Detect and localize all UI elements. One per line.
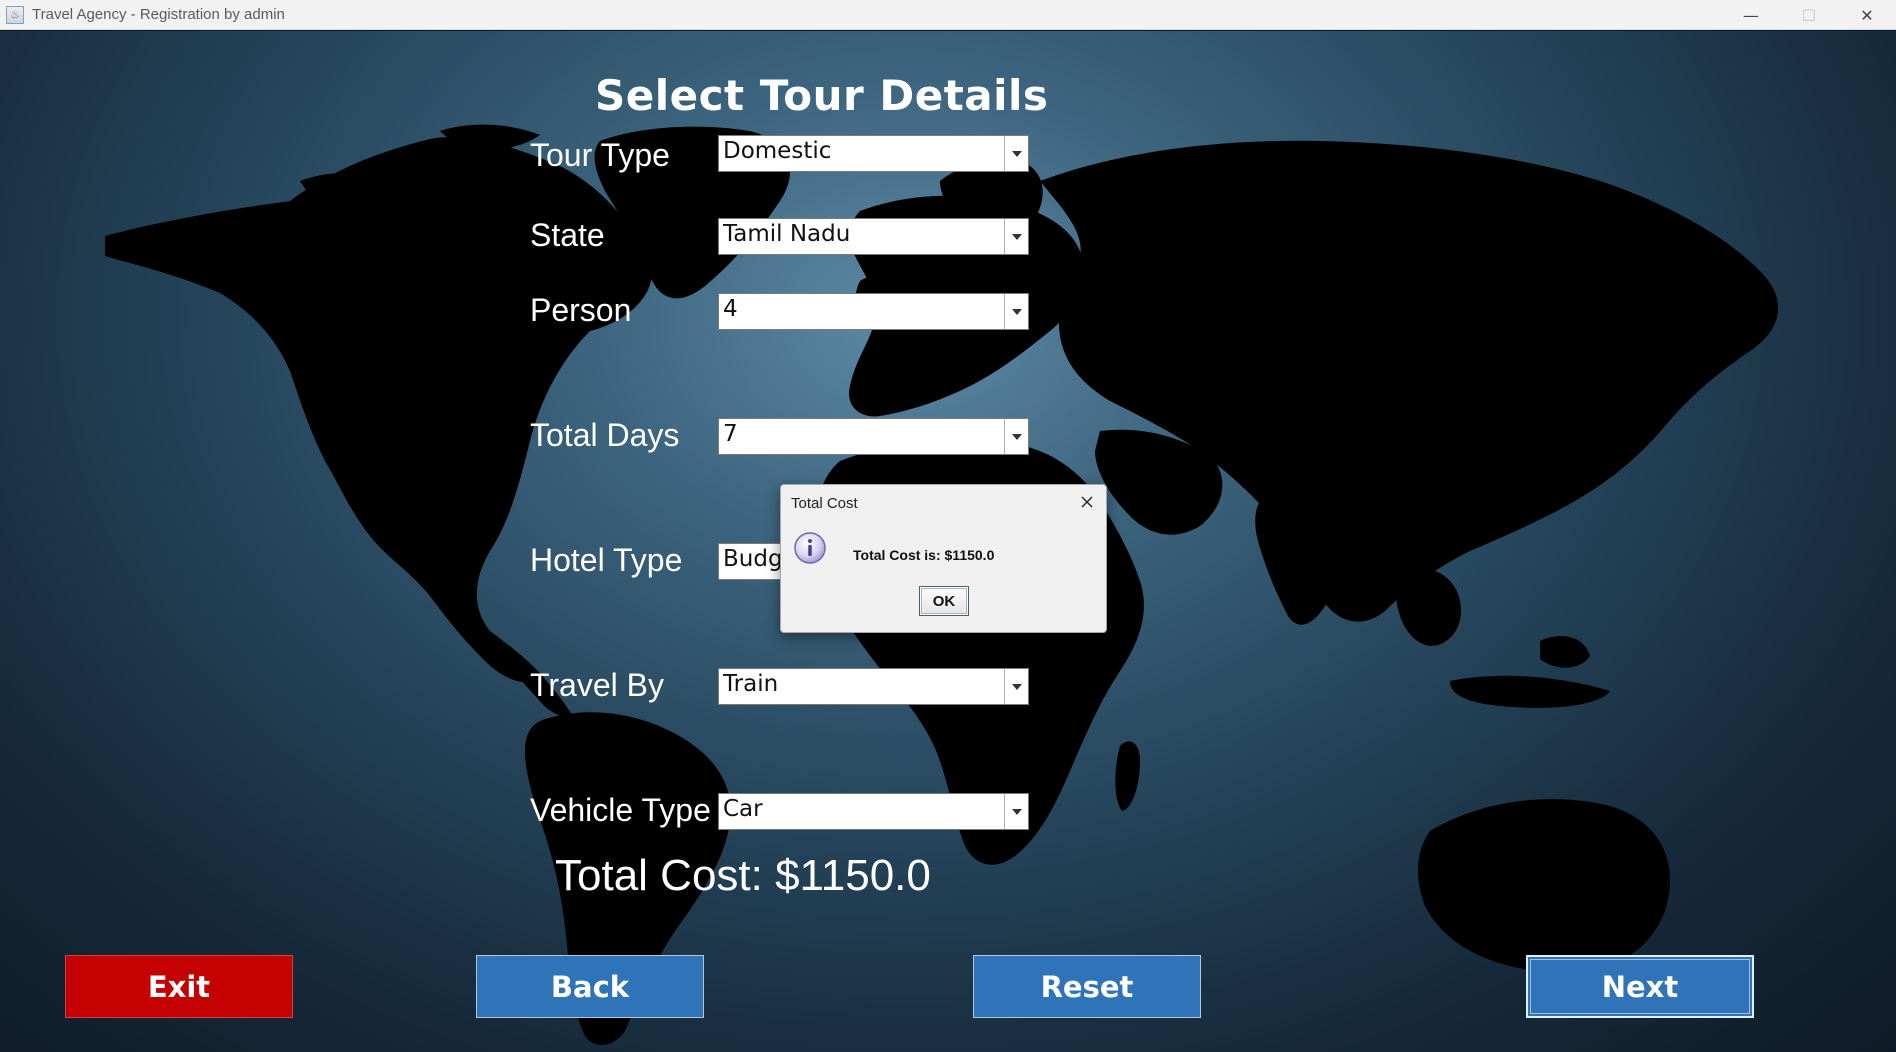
chevron-down-icon[interactable] bbox=[1004, 794, 1028, 829]
chevron-down-icon[interactable] bbox=[1004, 136, 1028, 171]
close-window-button[interactable]: ✕ bbox=[1838, 0, 1896, 30]
total-cost-dialog: Total Cost Total Cost is: $1150.0 OK bbox=[780, 484, 1107, 633]
person-select[interactable]: 4 bbox=[718, 293, 1029, 330]
vehicle-type-select[interactable]: Car bbox=[718, 793, 1029, 830]
maximize-button[interactable]: ☐ bbox=[1780, 0, 1838, 30]
window-title: Travel Agency - Registration by admin bbox=[32, 6, 285, 23]
total-cost-text: Total Cost: $1150.0 bbox=[555, 851, 931, 900]
chevron-down-icon[interactable] bbox=[1004, 294, 1028, 329]
ok-button[interactable]: OK bbox=[919, 586, 969, 616]
minimize-button[interactable]: — bbox=[1722, 0, 1780, 30]
vehicle-type-label: Vehicle Type bbox=[530, 792, 711, 828]
total-days-value: 7 bbox=[723, 421, 738, 447]
hotel-type-label: Hotel Type bbox=[530, 542, 683, 578]
reset-button[interactable]: Reset bbox=[973, 955, 1201, 1018]
travel-by-select[interactable]: Train bbox=[718, 668, 1029, 705]
person-value: 4 bbox=[723, 296, 738, 322]
tour-type-label: Tour Type bbox=[530, 137, 670, 173]
java-app-icon: ♨ bbox=[6, 5, 24, 24]
main-panel: Select Tour Details Tour Type Domestic S… bbox=[0, 31, 1896, 1052]
state-select[interactable]: Tamil Nadu bbox=[718, 218, 1029, 255]
chevron-down-icon[interactable] bbox=[1004, 419, 1028, 454]
state-label: State bbox=[530, 217, 605, 253]
vehicle-type-value: Car bbox=[723, 796, 763, 822]
person-label: Person bbox=[530, 292, 632, 328]
dialog-title: Total Cost bbox=[791, 495, 858, 512]
travel-by-label: Travel By bbox=[530, 667, 664, 703]
next-button[interactable]: Next bbox=[1526, 955, 1754, 1018]
total-days-label: Total Days bbox=[530, 417, 680, 453]
tour-type-select[interactable]: Domestic bbox=[718, 135, 1029, 172]
dialog-message: Total Cost is: $1150.0 bbox=[853, 547, 995, 563]
close-icon[interactable] bbox=[1076, 491, 1098, 513]
chevron-down-icon[interactable] bbox=[1004, 669, 1028, 704]
window-controls: — ☐ ✕ bbox=[1722, 0, 1896, 30]
back-button[interactable]: Back bbox=[476, 955, 704, 1018]
tour-type-value: Domestic bbox=[723, 138, 832, 164]
state-value: Tamil Nadu bbox=[723, 221, 851, 247]
exit-button[interactable]: Exit bbox=[65, 955, 293, 1018]
page-heading: Select Tour Details bbox=[595, 71, 1049, 120]
total-days-select[interactable]: 7 bbox=[718, 418, 1029, 455]
chevron-down-icon[interactable] bbox=[1004, 219, 1028, 254]
info-icon bbox=[794, 532, 826, 564]
window-titlebar: ♨ Travel Agency - Registration by admin … bbox=[0, 0, 1896, 30]
travel-by-value: Train bbox=[723, 671, 779, 697]
